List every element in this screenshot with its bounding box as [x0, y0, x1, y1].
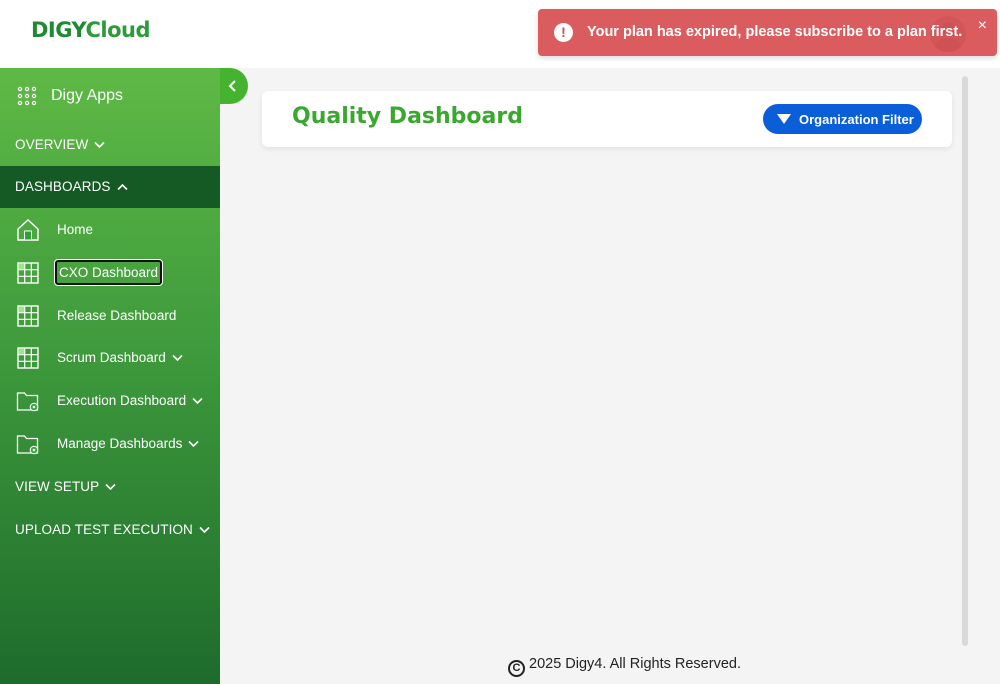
sidebar-section-overview[interactable]: OVERVIEW [0, 124, 220, 166]
chevron-down-icon [192, 398, 203, 405]
toast-message: Your plan has expired, please subscribe … [587, 24, 963, 40]
page-title: Quality Dashboard [292, 104, 523, 129]
chevron-left-icon [228, 80, 236, 92]
sidebar-item-digy-apps[interactable]: Digy Apps [0, 68, 220, 124]
upload-test-execution-label: UPLOAD TEST EXECUTION [15, 522, 193, 537]
sidebar-item-manage-dashboards[interactable]: Manage Dashboards [0, 423, 220, 465]
sidebar-item-execution-dashboard[interactable]: Execution Dashboard [0, 380, 220, 422]
digy-apps-label: Digy Apps [51, 87, 124, 104]
folder-gear-icon [16, 392, 39, 412]
sidebar-item-release-dashboard[interactable]: Release Dashboard [0, 295, 220, 337]
chevron-down-icon [188, 441, 199, 448]
logo-text-digy: DIGY [31, 18, 86, 42]
scrum-dashboard-label: Scrum Dashboard [57, 350, 166, 365]
chevron-down-icon [94, 142, 105, 149]
organization-filter-button[interactable]: Organization Filter [763, 104, 922, 134]
table-grid-icon [17, 305, 39, 327]
digycloud-logo[interactable]: DIGYCloud [31, 18, 151, 42]
chevron-down-icon [105, 484, 116, 491]
release-dashboard-label: Release Dashboard [57, 308, 177, 323]
chevron-down-icon [199, 527, 210, 534]
home-label: Home [57, 222, 94, 237]
home-icon [17, 219, 39, 241]
sidebar-collapse-button[interactable] [220, 68, 248, 104]
manage-dashboards-label: Manage Dashboards [57, 436, 183, 451]
table-grid-icon [17, 347, 39, 369]
apps-grid-icon [17, 86, 37, 106]
organization-filter-label: Organization Filter [799, 112, 914, 127]
triangle-down-icon [777, 114, 791, 124]
toast-close-icon[interactable]: × [978, 17, 987, 35]
plan-expired-toast: ! Your plan has expired, please subscrib… [538, 9, 997, 56]
view-setup-label: VIEW SETUP [15, 479, 100, 494]
sidebar-item-scrum-dashboard[interactable]: Scrum Dashboard [0, 337, 220, 379]
sidebar: Digy Apps OVERVIEW DASHBOARDS Home CXO D… [0, 68, 220, 684]
chevron-up-icon [116, 184, 128, 191]
footer: C 2025 Digy4. All Rights Reserved. [508, 656, 741, 677]
table-grid-icon [17, 262, 39, 284]
folder-gear-icon [16, 435, 39, 455]
dashboard-header-card: Quality Dashboard Organization Filter [262, 91, 952, 147]
chevron-down-icon [172, 355, 183, 362]
sidebar-item-cxo-dashboard[interactable]: CXO Dashboard [0, 252, 220, 294]
logo-text-cloud: Cloud [85, 18, 151, 42]
execution-dashboard-label: Execution Dashboard [57, 393, 187, 408]
vertical-scrollbar[interactable] [962, 76, 968, 646]
dashboards-label: DASHBOARDS [15, 179, 111, 194]
sidebar-item-home[interactable]: Home [0, 209, 220, 251]
sidebar-section-dashboards[interactable]: DASHBOARDS [0, 166, 220, 208]
alert-icon: ! [554, 23, 573, 42]
footer-text: 2025 Digy4. All Rights Reserved. [529, 656, 741, 672]
copyright-icon: C [508, 660, 525, 677]
cxo-dashboard-label: CXO Dashboard [53, 259, 164, 286]
sidebar-section-upload-test-execution[interactable]: UPLOAD TEST EXECUTION [0, 509, 220, 551]
sidebar-section-view-setup[interactable]: VIEW SETUP [0, 466, 220, 508]
overview-label: OVERVIEW [15, 137, 89, 152]
